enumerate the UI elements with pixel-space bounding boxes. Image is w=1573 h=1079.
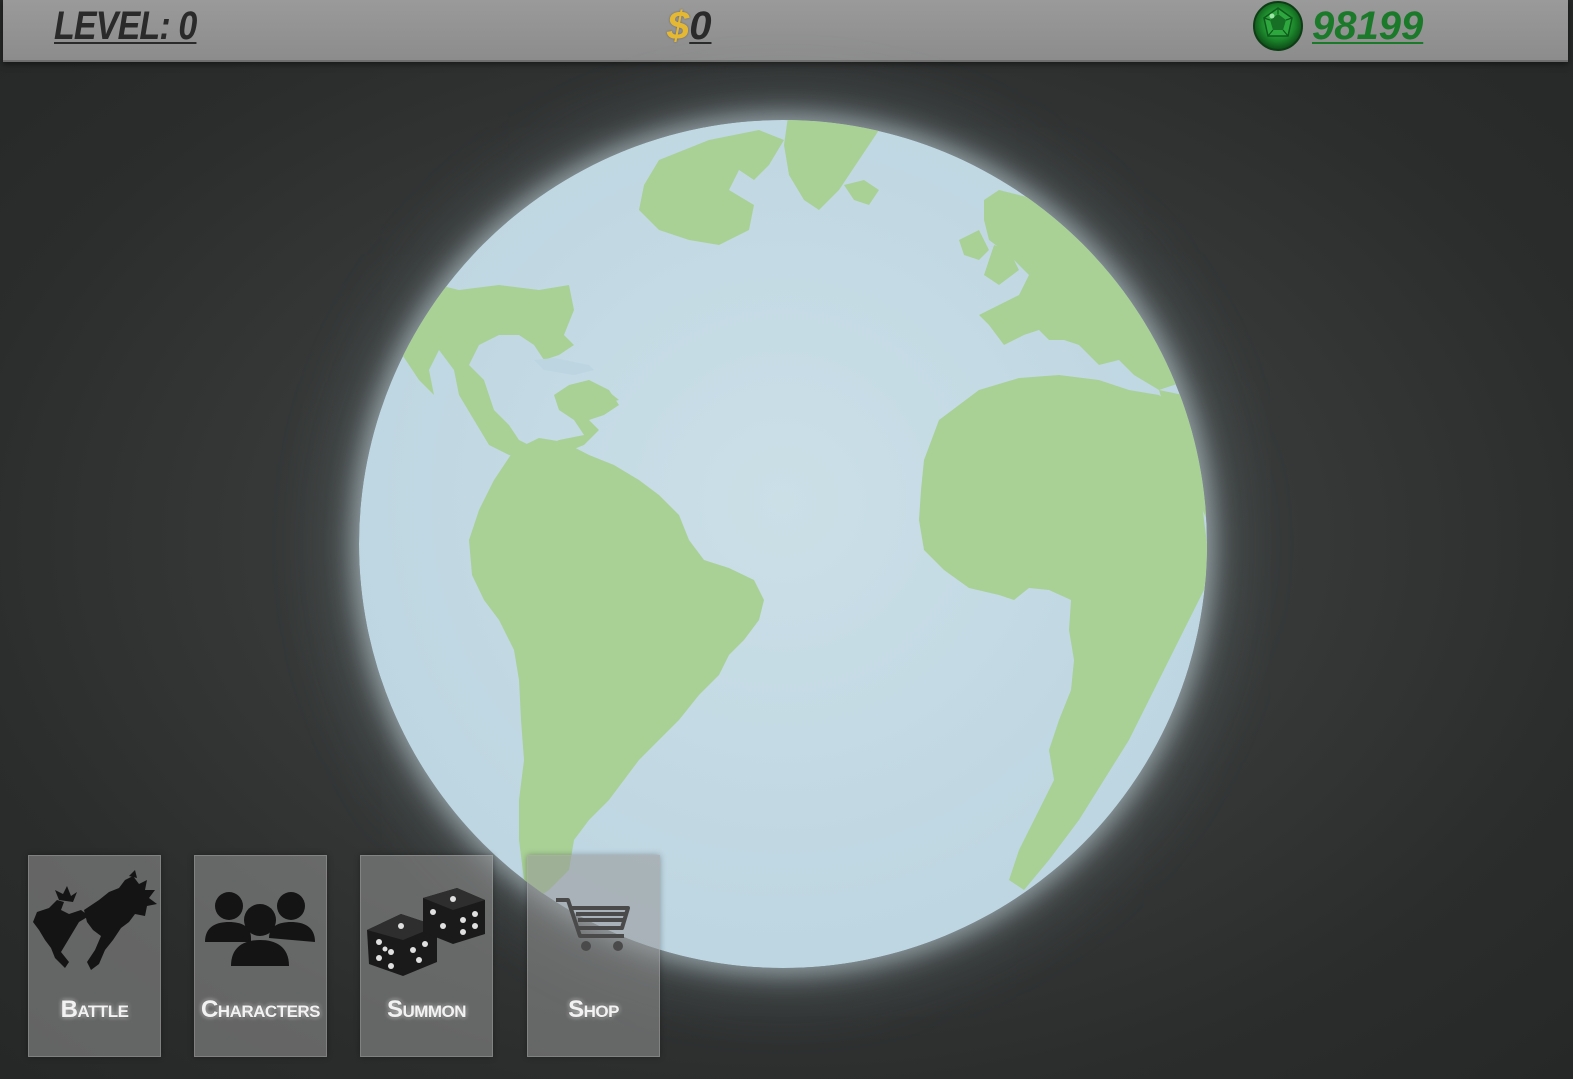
dollar-icon: $ — [667, 4, 690, 48]
shop-label: Shop — [568, 996, 619, 1023]
characters-button[interactable]: Characters — [194, 855, 327, 1057]
gems-value: 98199 — [1312, 4, 1424, 48]
world-globe[interactable] — [359, 120, 1207, 968]
characters-label: Characters — [200, 996, 321, 1023]
summon-label: Summon — [386, 996, 467, 1023]
fighters-silhouette-icon — [33, 870, 157, 970]
earth-globe-icon — [359, 120, 1207, 968]
shopping-cart-icon — [556, 898, 630, 951]
level-indicator: LEVEL: 0 — [54, 4, 197, 48]
users-group-icon — [205, 892, 315, 966]
top-hud-bar: LEVEL: 0 $0 98199 — [3, 0, 1568, 62]
shop-button[interactable]: Shop — [527, 855, 660, 1057]
money-value: 0 — [689, 4, 712, 48]
summon-button[interactable]: Summon — [360, 855, 493, 1057]
dice-icon — [367, 888, 485, 976]
emerald-gem-icon — [1253, 1, 1303, 51]
money-display: $0 — [667, 2, 712, 50]
battle-label: Battle — [60, 996, 129, 1023]
battle-button[interactable]: Battle — [28, 855, 161, 1057]
